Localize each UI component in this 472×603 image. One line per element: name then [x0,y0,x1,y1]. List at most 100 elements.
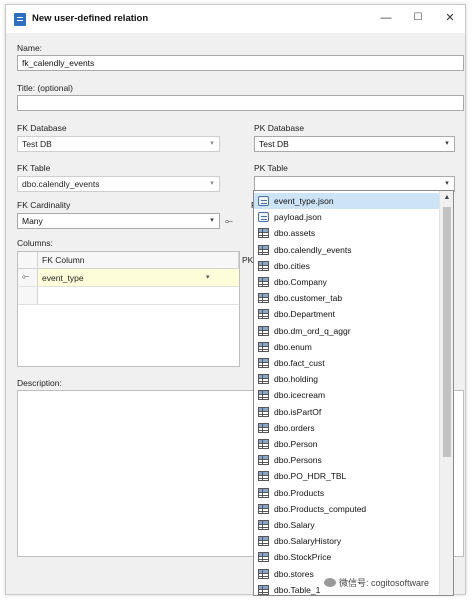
dropdown-item[interactable]: dbo.cities [254,258,440,274]
scroll-up-icon[interactable]: ▲ [440,191,453,205]
dropdown-item-label: payload.json [274,212,322,223]
dropdown-item[interactable]: payload.json [254,209,440,225]
title-label: Title: (optional) [17,83,73,93]
dropdown-item-label: dbo.Persons [274,455,322,466]
table-icon [258,503,269,514]
minimize-button[interactable]: — [378,11,394,25]
pk-table-dropdown-list[interactable]: event_type.json payload.json dbo.assets dbo… [253,190,454,596]
dropdown-item-label: dbo.assets [274,228,316,239]
dropdown-item[interactable]: event_type.json [254,193,440,209]
dropdown-item-label: dbo.Products [274,487,325,498]
json-file-icon [258,212,269,223]
scroll-thumb[interactable] [443,207,451,457]
dropdown-scrollbar[interactable]: ▲ [439,191,453,595]
dropdown-item[interactable]: dbo.dm_ord_q_aggr [254,323,440,339]
dropdown-item-label: dbo.customer_tab [274,293,343,304]
fk-table-label: FK Table [17,163,51,173]
close-button[interactable]: ✕ [442,11,458,25]
dropdown-item[interactable]: dbo.Person [254,436,440,452]
dropdown-item-label: dbo.Company [274,277,327,287]
dropdown-item[interactable]: dbo.StockPrice [254,549,440,565]
dropdown-item-label: dbo.dm_ord_q_aggr [274,325,351,336]
dropdown-item-label: dbo.calendly_events [274,244,352,255]
columns-grid[interactable]: FK Column PK ⟜ event_type ▾ [17,251,253,367]
row-marker [18,287,38,304]
dropdown-item[interactable]: dbo.calendly_events [254,242,440,258]
dropdown-item[interactable]: dbo.enum [254,339,440,355]
dropdown-item-label: dbo.isPartOf [274,406,322,417]
dropdown-item-label: dbo.icecream [274,390,326,401]
table-icon [258,487,269,498]
dropdown-item[interactable]: dbo.PO_HDR_TBL [254,468,440,484]
fk-table-value: dbo.calendly_events [22,179,100,189]
watermark-text: 微信号: cogitosoftware [339,578,430,588]
fk-cardinality-value: Many [22,216,43,226]
fk-database-value: Test DB [22,139,52,149]
watermark: 微信号: cogitosoftware [322,575,432,590]
title-bar[interactable]: New user-defined relation — ☐ ✕ [6,5,465,33]
dropdown-item-label: dbo.StockPrice [274,552,332,563]
table-icon [258,228,269,239]
chevron-down-icon: ▾ [210,180,214,187]
title-input[interactable] [17,95,464,111]
dropdown-item-label: dbo.enum [274,341,312,352]
maximize-button[interactable]: ☐ [410,11,426,25]
row-key-icon: ⟜ [18,269,38,286]
table-icon [258,455,269,466]
dropdown-item[interactable]: dbo.customer_tab [254,290,440,306]
fk-database-select[interactable]: Test DB ▾ [17,136,220,152]
dropdown-item[interactable]: dbo.assets [254,225,440,241]
table-icon [258,568,269,579]
dropdown-item[interactable]: dbo.SalaryHistory [254,533,440,549]
table-icon [258,584,269,595]
fk-database-label: FK Database [17,123,67,133]
dropdown-item[interactable]: dbo.Products [254,485,440,501]
grid-header: FK Column PK [18,252,253,269]
dropdown-item[interactable]: dbo.orders [254,420,440,436]
window-title: New user-defined relation [32,13,149,24]
fk-column-header[interactable]: FK Column [42,252,85,269]
table-icon [258,552,269,563]
pk-column-header[interactable]: PK [238,252,253,269]
dropdown-item[interactable]: dbo.Department [254,306,440,322]
fk-table-select[interactable]: dbo.calendly_events ▾ [17,176,220,192]
dropdown-item-label: dbo.Salary [274,520,315,530]
name-input[interactable]: fk_calendly_events [17,55,464,71]
dropdown-item-label: dbo.Department [274,309,335,320]
table-row[interactable]: ⟜ event_type ▾ [18,269,239,287]
table-icon [258,536,269,547]
chevron-down-icon[interactable]: ▾ [206,269,210,287]
dropdown-item-label: dbo.stores [274,568,314,579]
description-label: Description: [17,378,62,388]
dropdown-item[interactable]: dbo.fact_cust [254,355,440,371]
relation-icon [14,13,26,26]
dropdown-item[interactable]: dbo.Persons [254,452,440,468]
table-icon [258,341,269,352]
table-icon [258,439,269,449]
grid-corner [18,252,38,269]
json-file-icon [258,196,269,206]
dropdown-item-label: dbo.PO_HDR_TBL [274,471,347,482]
table-icon [258,260,269,271]
table-icon [258,293,269,304]
chevron-down-icon: ▾ [210,217,214,224]
fk-cardinality-select[interactable]: Many ▾ [17,213,220,229]
dropdown-item[interactable]: dbo.isPartOf [254,404,440,420]
table-icon [258,374,269,385]
chevron-down-icon: ▾ [445,140,449,147]
table-row[interactable] [18,287,239,305]
chevron-down-icon: ▾ [210,140,214,147]
wechat-icon [324,578,336,587]
dropdown-item[interactable]: dbo.icecream [254,387,440,403]
table-icon [258,471,269,482]
dropdown-item[interactable]: dbo.Products_computed [254,501,440,517]
dropdown-item[interactable]: dbo.Company [254,274,440,290]
dropdown-item[interactable]: dbo.Salary [254,517,440,533]
dropdown-item-label: dbo.orders [274,422,315,433]
pk-database-select[interactable]: Test DB ▾ [254,136,455,152]
fk-cardinality-label: FK Cardinality [17,200,71,210]
fk-column-cell[interactable]: event_type [42,269,84,287]
table-icon [258,406,269,417]
dropdown-item[interactable]: dbo.holding [254,371,440,387]
dropdown-item-label: dbo.SalaryHistory [274,536,342,547]
